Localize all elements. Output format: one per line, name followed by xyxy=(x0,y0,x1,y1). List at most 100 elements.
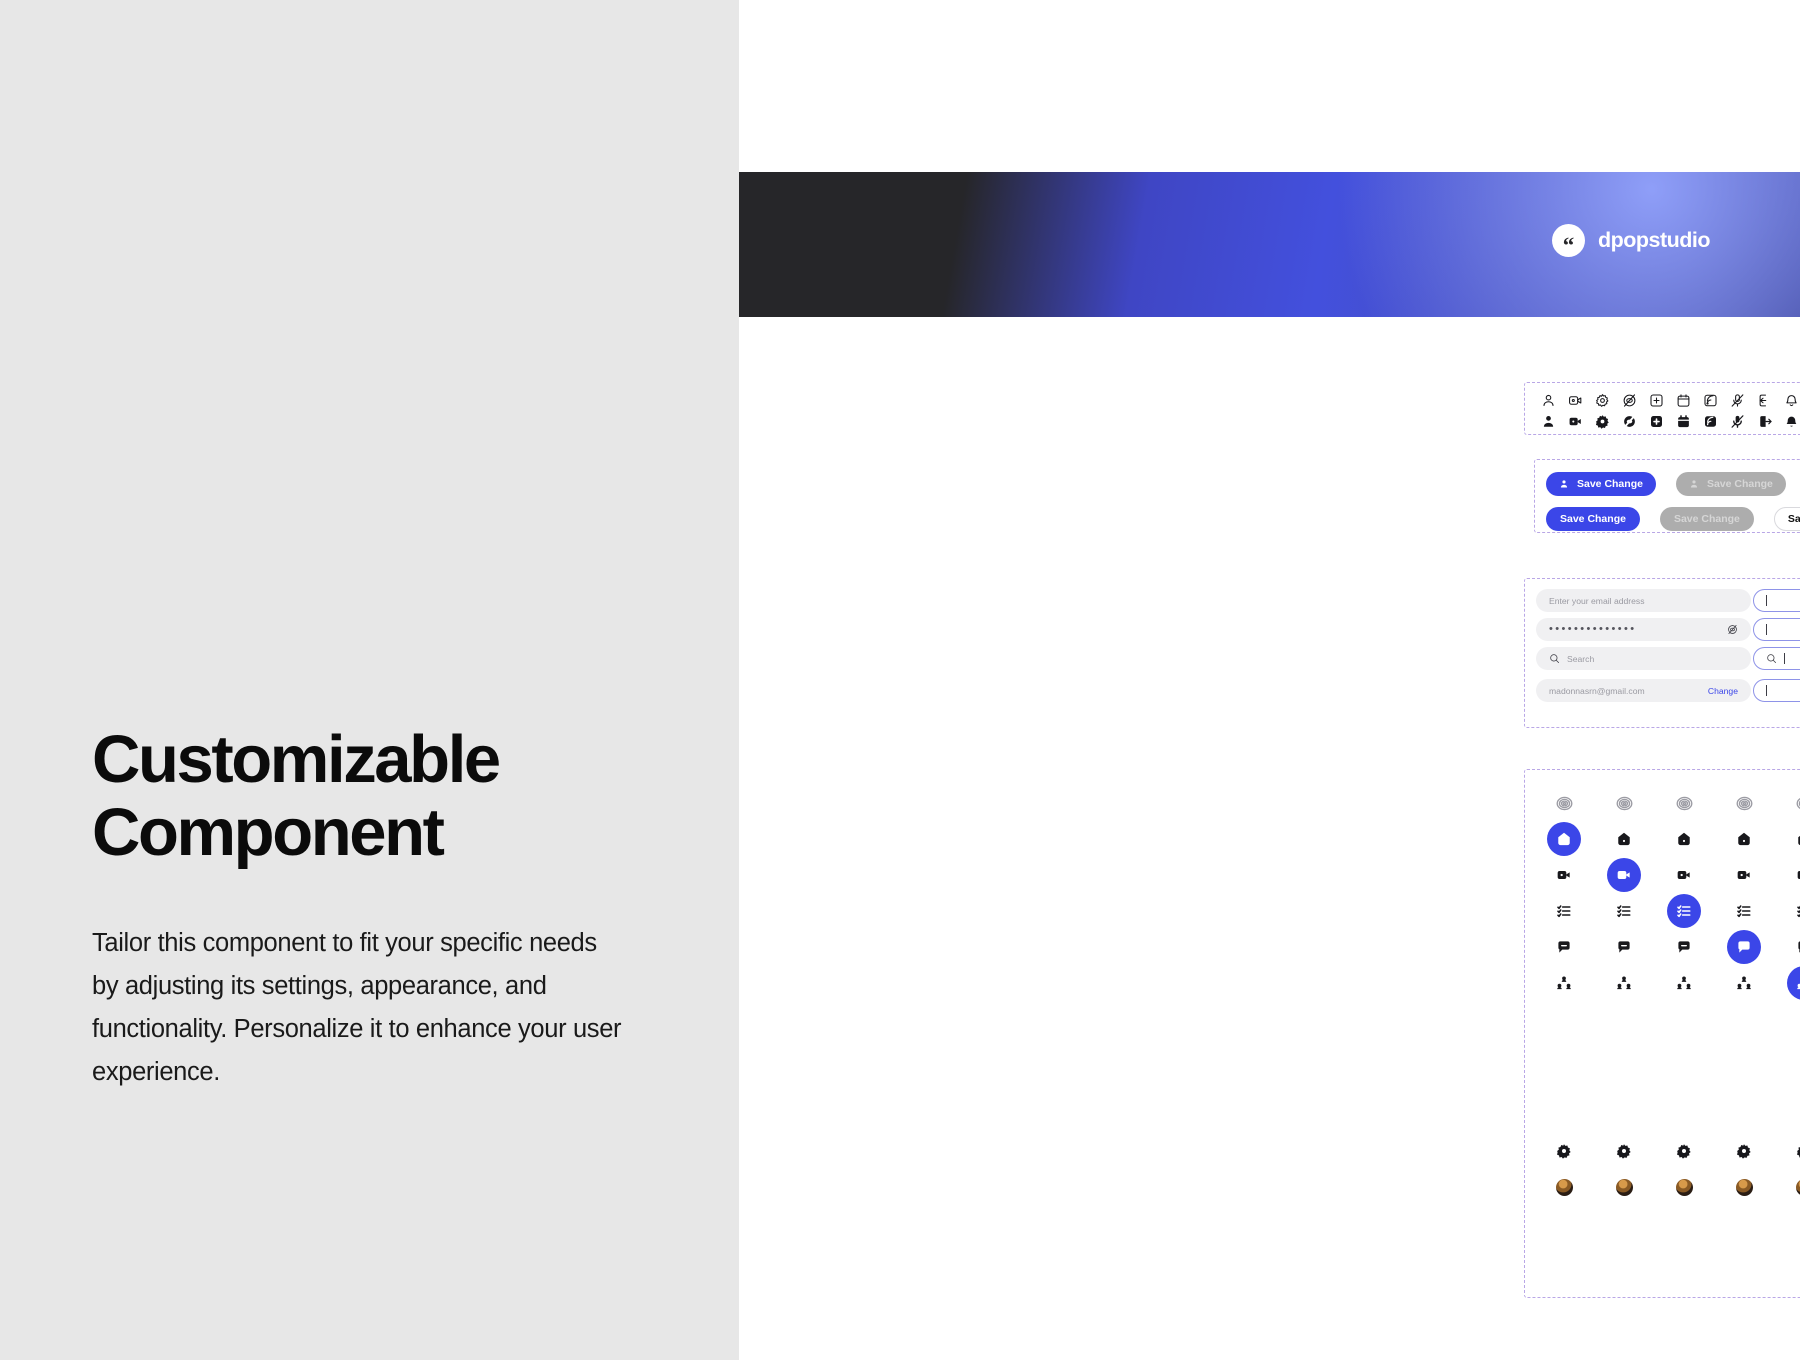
grid-list-check-default[interactable] xyxy=(1727,894,1761,928)
grid-gear-default[interactable] xyxy=(1727,1134,1761,1168)
input-email-default[interactable]: Enter your email address xyxy=(1536,589,1751,612)
grid-organization-active[interactable] xyxy=(1787,966,1800,1000)
grid-avatar-default[interactable] xyxy=(1727,1170,1761,1204)
list-check-icon xyxy=(1677,905,1691,918)
strip-outline-mic-off-icon[interactable] xyxy=(1724,390,1751,411)
grid-gear-default[interactable] xyxy=(1667,1134,1701,1168)
email-change-value: madonnasrn@gmail.com xyxy=(1549,685,1645,696)
grid-video-camera-default[interactable] xyxy=(1547,858,1581,892)
video-camera-icon xyxy=(1569,396,1582,405)
save-change-plain-button-primary[interactable]: Save Change xyxy=(1546,507,1640,531)
spiral-icon xyxy=(1676,796,1692,810)
grid-avatar-default[interactable] xyxy=(1547,1170,1581,1204)
strip-filled-calendar-icon[interactable] xyxy=(1670,411,1697,432)
strip-outline-bell-icon[interactable] xyxy=(1778,390,1800,411)
gear-icon xyxy=(1797,1147,1800,1158)
grid-video-camera-default[interactable] xyxy=(1787,858,1800,892)
grid-list-check-default[interactable] xyxy=(1547,894,1581,928)
strip-filled-cast-icon[interactable] xyxy=(1697,411,1724,432)
grid-avatar-default[interactable] xyxy=(1607,1170,1641,1204)
video-camera-icon xyxy=(1797,871,1800,879)
grid-list-check-active[interactable] xyxy=(1667,894,1701,928)
grid-comment-default[interactable] xyxy=(1667,930,1701,964)
grid-video-camera-active[interactable] xyxy=(1607,858,1641,892)
grid-gear-default[interactable] xyxy=(1607,1134,1641,1168)
grid-comment-active[interactable] xyxy=(1727,930,1761,964)
grid-home-default[interactable] xyxy=(1787,822,1800,856)
save-change-plain-button-disabled[interactable]: Save Change xyxy=(1659,507,1754,531)
icon-strip-panel xyxy=(1524,382,1800,435)
grid-gear-default[interactable] xyxy=(1787,1134,1800,1168)
input-email-focus[interactable] xyxy=(1753,589,1800,612)
comment-icon xyxy=(1618,941,1630,953)
text-caret xyxy=(1766,685,1767,696)
grid-organization-default[interactable] xyxy=(1667,966,1701,1000)
strip-outline-plus-square-icon[interactable] xyxy=(1643,390,1670,411)
search-icon xyxy=(1766,653,1777,664)
grid-list-check-default[interactable] xyxy=(1787,894,1800,928)
grid-organization-default[interactable] xyxy=(1727,966,1761,1000)
grid-comment-default[interactable] xyxy=(1547,930,1581,964)
grid-home-active[interactable] xyxy=(1547,822,1581,856)
save-change-button-disabled[interactable]: Save Change xyxy=(1675,472,1786,496)
grid-spiral-default[interactable] xyxy=(1727,786,1761,820)
strip-outline-eye-off-icon[interactable] xyxy=(1616,390,1643,411)
grid-comment-default[interactable] xyxy=(1787,930,1800,964)
strip-filled-video-camera-icon[interactable] xyxy=(1562,411,1589,432)
organization-icon xyxy=(1737,976,1751,990)
strip-outline-video-camera-icon[interactable] xyxy=(1562,390,1589,411)
input-search-default[interactable]: Search xyxy=(1536,647,1751,670)
brand-logo[interactable]: “ dpopstudio xyxy=(1552,224,1711,257)
eye-off-icon[interactable] xyxy=(1727,624,1738,635)
buttons-with-icon-row: Save ChangeSave ChangeSave ChangeSave Ch… xyxy=(1546,472,1800,496)
gear-icon xyxy=(1737,1144,1751,1159)
spiral-icon xyxy=(1616,796,1632,810)
grid-video-camera-default[interactable] xyxy=(1667,858,1701,892)
strip-filled-logout-icon[interactable] xyxy=(1751,411,1778,432)
video-camera-icon xyxy=(1737,871,1750,879)
input-email-change-focus[interactable]: Change xyxy=(1753,679,1800,702)
quote-mark-icon: “ xyxy=(1552,224,1585,257)
grid-home-default[interactable] xyxy=(1727,822,1761,856)
grid-avatar-default[interactable] xyxy=(1667,1170,1701,1204)
save-change-plain-button-outline[interactable]: Save Change xyxy=(1773,507,1800,531)
save-change-button-primary[interactable]: Save Change xyxy=(1546,472,1656,496)
grid-comment-default[interactable] xyxy=(1607,930,1641,964)
grid-video-camera-default[interactable] xyxy=(1727,858,1761,892)
input-password-default[interactable]: •••••••••••••• xyxy=(1536,618,1751,641)
email-placeholder: Enter your email address xyxy=(1549,595,1645,606)
grid-organization-default[interactable] xyxy=(1547,966,1581,1000)
grid-spiral-default[interactable] xyxy=(1607,786,1641,820)
input-password-focus[interactable] xyxy=(1753,618,1800,641)
save-change-button-label: Save Change xyxy=(1787,513,1800,525)
strip-outline-cast-icon[interactable] xyxy=(1697,390,1724,411)
grid-spiral-default[interactable] xyxy=(1547,786,1581,820)
change-link[interactable]: Change xyxy=(1708,686,1738,696)
strip-outline-calendar-icon[interactable] xyxy=(1670,390,1697,411)
comment-icon xyxy=(1798,941,1800,953)
grid-list-check-default[interactable] xyxy=(1607,894,1641,928)
strip-filled-gear-icon[interactable] xyxy=(1589,411,1616,432)
grid-home-default[interactable] xyxy=(1607,822,1641,856)
strip-outline-gear-icon[interactable] xyxy=(1589,390,1616,411)
strip-outline-user-icon[interactable] xyxy=(1535,390,1562,411)
organization-icon xyxy=(1617,976,1631,990)
strip-filled-mic-off-icon[interactable] xyxy=(1724,411,1751,432)
strip-outline-logout-icon[interactable] xyxy=(1751,390,1778,411)
grid-avatar-default[interactable] xyxy=(1787,1170,1800,1204)
grid-home-default[interactable] xyxy=(1667,822,1701,856)
strip-filled-bell-icon[interactable] xyxy=(1778,411,1800,432)
avatar-icon xyxy=(1735,1178,1753,1196)
grid-organization-default[interactable] xyxy=(1607,966,1641,1000)
grid-spiral-default[interactable] xyxy=(1667,786,1701,820)
spiral-icon xyxy=(1796,797,1800,809)
strip-filled-user-icon[interactable] xyxy=(1535,411,1562,432)
text-caret xyxy=(1766,624,1767,635)
buttons-panel: Save Change Save Change Save Change Save Ch… xyxy=(1534,459,1800,533)
strip-filled-eye-off-icon[interactable] xyxy=(1616,411,1643,432)
grid-gear-default[interactable] xyxy=(1547,1134,1581,1168)
strip-filled-plus-square-icon[interactable] xyxy=(1643,411,1670,432)
grid-spiral-default[interactable] xyxy=(1787,786,1800,820)
input-search-focus[interactable] xyxy=(1753,647,1800,670)
input-email-change-default[interactable]: madonnasrn@gmail.com Change xyxy=(1536,679,1751,702)
